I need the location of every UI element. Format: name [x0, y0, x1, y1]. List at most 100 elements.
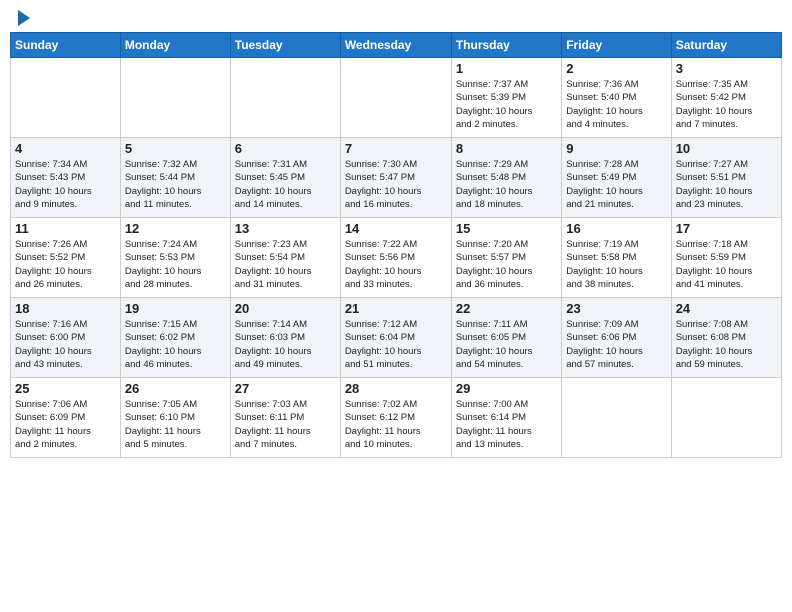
day-info: Sunrise: 7:37 AMSunset: 5:39 PMDaylight:… — [456, 78, 557, 131]
day-number: 28 — [345, 381, 447, 396]
day-number: 14 — [345, 221, 447, 236]
day-number: 11 — [15, 221, 116, 236]
calendar-cell: 28 Sunrise: 7:02 AMSunset: 6:12 PMDayligh… — [340, 378, 451, 458]
day-info: Sunrise: 7:32 AMSunset: 5:44 PMDaylight:… — [125, 158, 226, 211]
weekday-header: Thursday — [451, 33, 561, 58]
calendar-week-row: 11Sunrise: 7:26 AMSunset: 5:52 PMDayligh… — [11, 218, 782, 298]
day-number: 18 — [15, 301, 116, 316]
day-number: 12 — [125, 221, 226, 236]
day-info: Sunrise: 7:28 AMSunset: 5:49 PMDaylight:… — [566, 158, 666, 211]
day-number: 2 — [566, 61, 666, 76]
day-info: Sunrise: 7:02 AMSunset: 6:12 PMDaylight:… — [345, 398, 447, 451]
calendar-cell: 22Sunrise: 7:11 AMSunset: 6:05 PMDayligh… — [451, 298, 561, 378]
calendar-cell: 20 Sunrise: 7:14 AMSunset: 6:03 PMDayligh… — [230, 298, 340, 378]
day-info: Sunrise: 7:18 AMSunset: 5:59 PMDaylight:… — [676, 238, 777, 291]
day-info: Sunrise: 7:30 AMSunset: 5:47 PMDaylight:… — [345, 158, 447, 211]
day-info: Sunrise: 7:34 AMSunset: 5:43 PMDaylight:… — [15, 158, 116, 211]
day-number: 5 — [125, 141, 226, 156]
calendar-cell: 12 Sunrise: 7:24 AMSunset: 5:53 PMDayligh… — [120, 218, 230, 298]
calendar-cell: 2 Sunrise: 7:36 AMSunset: 5:40 PMDaylight… — [562, 58, 671, 138]
day-number: 17 — [676, 221, 777, 236]
calendar-cell: 27 Sunrise: 7:03 AMSunset: 6:11 PMDayligh… — [230, 378, 340, 458]
calendar-cell: 26 Sunrise: 7:05 AMSunset: 6:10 PMDayligh… — [120, 378, 230, 458]
day-info: Sunrise: 7:27 AMSunset: 5:51 PMDaylight:… — [676, 158, 777, 211]
day-info: Sunrise: 7:05 AMSunset: 6:10 PMDaylight:… — [125, 398, 226, 451]
day-number: 29 — [456, 381, 557, 396]
calendar-cell: 9 Sunrise: 7:28 AMSunset: 5:49 PMDaylight… — [562, 138, 671, 218]
day-info: Sunrise: 7:36 AMSunset: 5:40 PMDaylight:… — [566, 78, 666, 131]
page-header — [10, 10, 782, 26]
weekday-header: Monday — [120, 33, 230, 58]
day-info: Sunrise: 7:19 AMSunset: 5:58 PMDaylight:… — [566, 238, 666, 291]
day-info: Sunrise: 7:11 AMSunset: 6:05 PMDaylight:… — [456, 318, 557, 371]
day-number: 26 — [125, 381, 226, 396]
calendar-cell: 8 Sunrise: 7:29 AMSunset: 5:48 PMDaylight… — [451, 138, 561, 218]
weekday-header: Friday — [562, 33, 671, 58]
day-info: Sunrise: 7:00 AMSunset: 6:14 PMDaylight:… — [456, 398, 557, 451]
day-number: 8 — [456, 141, 557, 156]
day-number: 7 — [345, 141, 447, 156]
calendar-cell — [230, 58, 340, 138]
logo — [14, 10, 30, 26]
day-number: 3 — [676, 61, 777, 76]
day-number: 16 — [566, 221, 666, 236]
day-number: 24 — [676, 301, 777, 316]
day-info: Sunrise: 7:12 AMSunset: 6:04 PMDaylight:… — [345, 318, 447, 371]
calendar-cell: 19 Sunrise: 7:15 AMSunset: 6:02 PMDayligh… — [120, 298, 230, 378]
calendar-cell: 23 Sunrise: 7:09 AMSunset: 6:06 PMDayligh… — [562, 298, 671, 378]
calendar-cell: 18 Sunrise: 7:16 AMSunset: 6:00 PMDayligh… — [11, 298, 121, 378]
day-info: Sunrise: 7:03 AMSunset: 6:11 PMDaylight:… — [235, 398, 336, 451]
calendar-header-row: SundayMondayTuesdayWednesdayThursdayFrid… — [11, 33, 782, 58]
day-number: 13 — [235, 221, 336, 236]
day-number: 27 — [235, 381, 336, 396]
day-info: Sunrise: 7:20 AMSunset: 5:57 PMDaylight:… — [456, 238, 557, 291]
calendar-cell: 6Sunrise: 7:31 AMSunset: 5:45 PMDaylight… — [230, 138, 340, 218]
logo-arrow-icon — [18, 10, 30, 26]
calendar-cell: 13 Sunrise: 7:23 AMSunset: 5:54 PMDayligh… — [230, 218, 340, 298]
calendar-week-row: 1 Sunrise: 7:37 AMSunset: 5:39 PMDaylight… — [11, 58, 782, 138]
day-info: Sunrise: 7:15 AMSunset: 6:02 PMDaylight:… — [125, 318, 226, 371]
calendar-cell — [671, 378, 781, 458]
calendar-cell — [562, 378, 671, 458]
calendar-cell: 7 Sunrise: 7:30 AMSunset: 5:47 PMDaylight… — [340, 138, 451, 218]
day-number: 20 — [235, 301, 336, 316]
calendar-cell: 25Sunrise: 7:06 AMSunset: 6:09 PMDayligh… — [11, 378, 121, 458]
calendar-cell: 15 Sunrise: 7:20 AMSunset: 5:57 PMDayligh… — [451, 218, 561, 298]
calendar-week-row: 25Sunrise: 7:06 AMSunset: 6:09 PMDayligh… — [11, 378, 782, 458]
calendar-cell: 11Sunrise: 7:26 AMSunset: 5:52 PMDayligh… — [11, 218, 121, 298]
day-number: 25 — [15, 381, 116, 396]
day-number: 6 — [235, 141, 336, 156]
calendar-cell: 21 Sunrise: 7:12 AMSunset: 6:04 PMDayligh… — [340, 298, 451, 378]
calendar-cell: 17 Sunrise: 7:18 AMSunset: 5:59 PMDayligh… — [671, 218, 781, 298]
calendar-cell — [120, 58, 230, 138]
day-info: Sunrise: 7:09 AMSunset: 6:06 PMDaylight:… — [566, 318, 666, 371]
day-info: Sunrise: 7:16 AMSunset: 6:00 PMDaylight:… — [15, 318, 116, 371]
day-number: 23 — [566, 301, 666, 316]
day-info: Sunrise: 7:23 AMSunset: 5:54 PMDaylight:… — [235, 238, 336, 291]
day-info: Sunrise: 7:08 AMSunset: 6:08 PMDaylight:… — [676, 318, 777, 371]
calendar-week-row: 4 Sunrise: 7:34 AMSunset: 5:43 PMDaylight… — [11, 138, 782, 218]
logo-blue — [14, 10, 30, 26]
day-number: 1 — [456, 61, 557, 76]
calendar-cell: 4 Sunrise: 7:34 AMSunset: 5:43 PMDaylight… — [11, 138, 121, 218]
day-info: Sunrise: 7:24 AMSunset: 5:53 PMDaylight:… — [125, 238, 226, 291]
day-number: 10 — [676, 141, 777, 156]
day-number: 9 — [566, 141, 666, 156]
day-info: Sunrise: 7:29 AMSunset: 5:48 PMDaylight:… — [456, 158, 557, 211]
calendar-cell: 1 Sunrise: 7:37 AMSunset: 5:39 PMDaylight… — [451, 58, 561, 138]
day-info: Sunrise: 7:14 AMSunset: 6:03 PMDaylight:… — [235, 318, 336, 371]
day-number: 4 — [15, 141, 116, 156]
day-number: 19 — [125, 301, 226, 316]
day-number: 15 — [456, 221, 557, 236]
weekday-header: Saturday — [671, 33, 781, 58]
calendar-cell: 29 Sunrise: 7:00 AMSunset: 6:14 PMDayligh… — [451, 378, 561, 458]
calendar-cell: 10 Sunrise: 7:27 AMSunset: 5:51 PMDayligh… — [671, 138, 781, 218]
day-number: 21 — [345, 301, 447, 316]
calendar-cell: 24 Sunrise: 7:08 AMSunset: 6:08 PMDayligh… — [671, 298, 781, 378]
day-info: Sunrise: 7:22 AMSunset: 5:56 PMDaylight:… — [345, 238, 447, 291]
calendar-cell: 16 Sunrise: 7:19 AMSunset: 5:58 PMDayligh… — [562, 218, 671, 298]
calendar-week-row: 18 Sunrise: 7:16 AMSunset: 6:00 PMDayligh… — [11, 298, 782, 378]
calendar-cell: 5 Sunrise: 7:32 AMSunset: 5:44 PMDaylight… — [120, 138, 230, 218]
calendar-cell — [11, 58, 121, 138]
weekday-header: Sunday — [11, 33, 121, 58]
